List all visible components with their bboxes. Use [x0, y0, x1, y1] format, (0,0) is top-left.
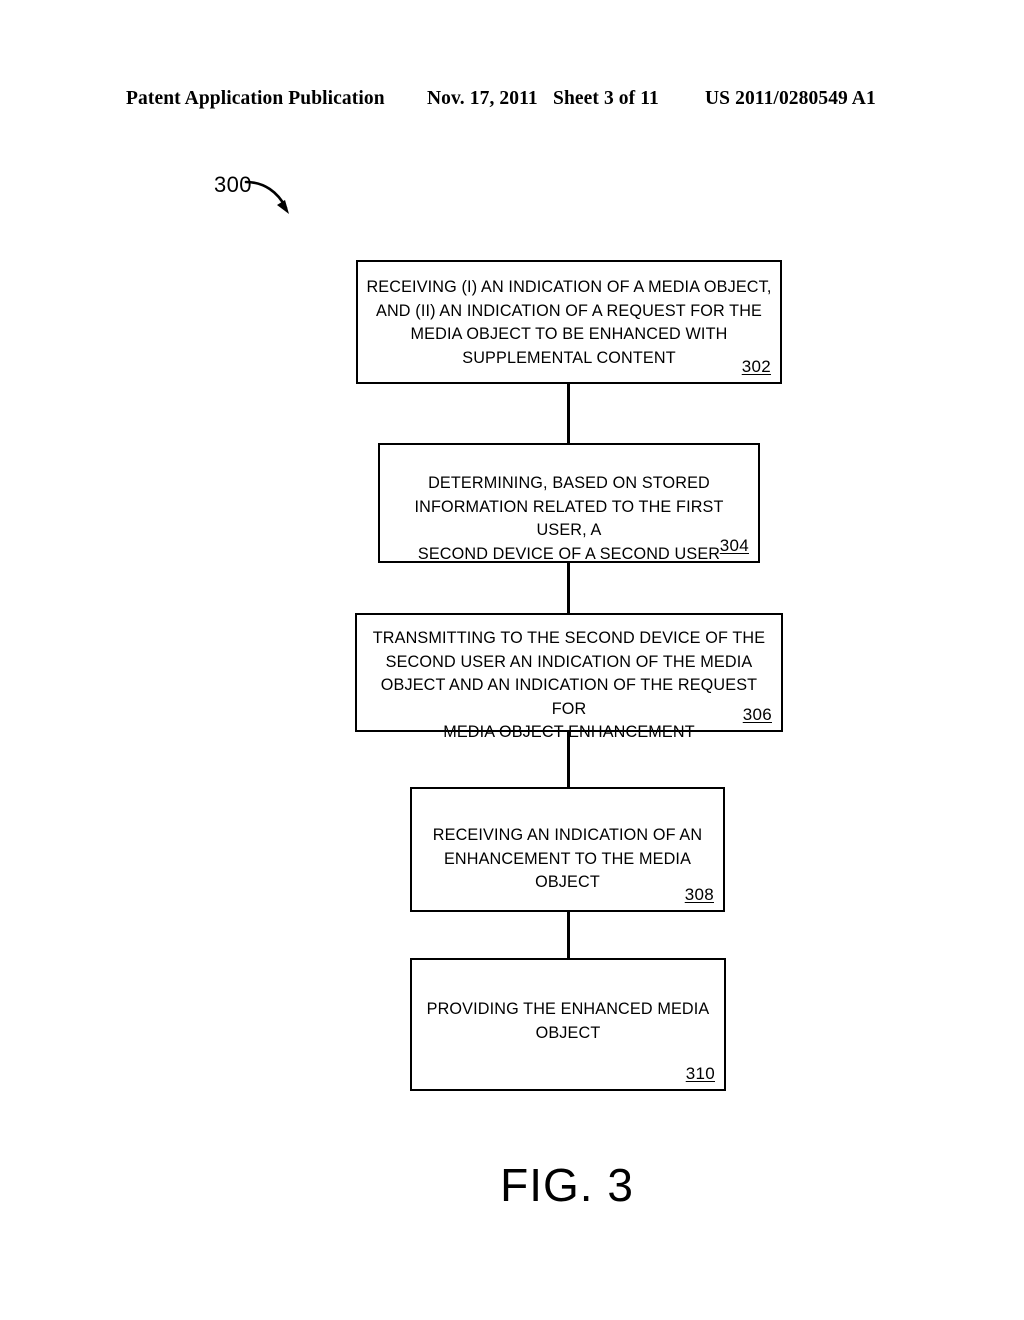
- header-publication-title: Patent Application Publication: [126, 88, 385, 109]
- patent-figure-page: Patent Application Publication Nov. 17, …: [0, 0, 1024, 1320]
- step-302-reference-number: 302: [741, 357, 771, 376]
- flowchart-step-308: RECEIVING AN INDICATION OF AN ENHANCEMEN…: [410, 787, 725, 912]
- step-302-text: RECEIVING (I) AN INDICATION OF A MEDIA O…: [366, 278, 772, 367]
- figure-caption: FIG. 3: [0, 1158, 1024, 1212]
- connector-304-to-306: [567, 563, 570, 614]
- header-sheet-number: Sheet 3 of 11: [553, 88, 659, 109]
- page-header: Patent Application Publication Nov. 17, …: [0, 88, 1024, 114]
- step-304-text: DETERMINING, BASED ON STORED INFORMATION…: [414, 474, 724, 563]
- step-308-reference-number: 308: [684, 885, 714, 904]
- step-304-reference-number: 304: [719, 536, 749, 555]
- connector-308-to-310: [567, 912, 570, 959]
- step-306-text: TRANSMITTING TO THE SECOND DEVICE OF THE…: [372, 629, 766, 741]
- step-310-text: PROVIDING THE ENHANCED MEDIA OBJECT: [426, 1000, 710, 1042]
- step-308-text: RECEIVING AN INDICATION OF AN ENHANCEMEN…: [432, 826, 703, 891]
- flowchart-step-310: PROVIDING THE ENHANCED MEDIA OBJECT 310: [410, 958, 726, 1091]
- connector-302-to-304: [567, 384, 570, 444]
- curved-arrow-icon: [244, 180, 289, 214]
- header-date: Nov. 17, 2011: [427, 88, 538, 109]
- flowchart-step-302: RECEIVING (I) AN INDICATION OF A MEDIA O…: [356, 260, 782, 384]
- step-306-reference-number: 306: [742, 705, 772, 724]
- figure-caption-text: FIG. 3: [500, 1159, 634, 1211]
- header-document-number: US 2011/0280549 A1: [705, 88, 876, 109]
- flowchart-step-304: DETERMINING, BASED ON STORED INFORMATION…: [378, 443, 760, 563]
- step-310-reference-number: 310: [685, 1064, 715, 1083]
- flowchart-step-306: TRANSMITTING TO THE SECOND DEVICE OF THE…: [355, 613, 783, 741]
